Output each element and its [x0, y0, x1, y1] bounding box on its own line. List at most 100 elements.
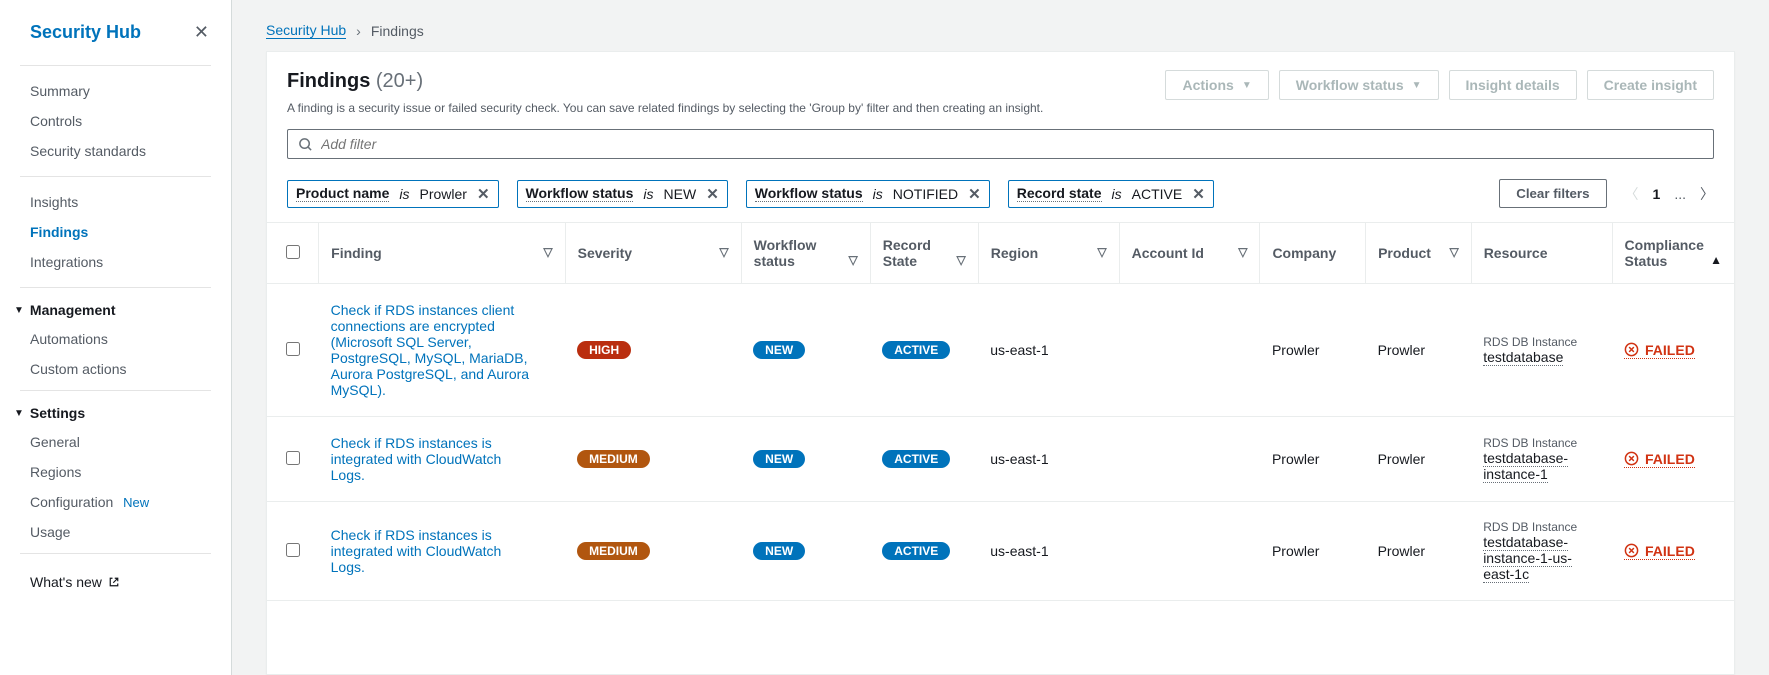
sidebar-item-integrations[interactable]: Integrations [0, 247, 231, 277]
filter-chip[interactable]: Workflow status is NOTIFIED ✕ [746, 180, 990, 208]
resource-id[interactable]: testdatabase-instance-1-us-east-1c [1483, 534, 1572, 583]
workflow-status-button[interactable]: Workflow status ▼ [1279, 70, 1439, 100]
findings-count: (20+) [376, 70, 423, 92]
remove-chip-icon[interactable]: ✕ [477, 185, 490, 203]
clear-filters-button[interactable]: Clear filters [1499, 179, 1606, 208]
finding-link[interactable]: Check if RDS instances client connection… [331, 302, 531, 398]
row-checkbox[interactable] [286, 451, 300, 465]
sort-asc-icon[interactable]: ▲ [1710, 253, 1722, 267]
actions-button[interactable]: Actions ▼ [1165, 70, 1268, 100]
product-cell: Prowler [1366, 284, 1472, 417]
remove-chip-icon[interactable]: ✕ [968, 185, 981, 203]
breadcrumb-root[interactable]: Security Hub [266, 22, 346, 39]
page-title: Findings [287, 70, 370, 92]
select-all-checkbox[interactable] [286, 246, 300, 262]
filter-chip[interactable]: Workflow status is NEW✕ [517, 180, 728, 208]
col-compliance[interactable]: Compliance Status [1625, 237, 1704, 269]
severity-badge: HIGH [577, 341, 631, 359]
sidebar-title[interactable]: Security Hub [30, 22, 141, 43]
sort-icon[interactable]: ▽ [719, 245, 728, 259]
sidebar-item-usage[interactable]: Usage [0, 517, 231, 547]
chip-op: is [873, 186, 883, 202]
breadcrumb: Security Hub › Findings [232, 0, 1769, 51]
sidebar-item-summary[interactable]: Summary [0, 76, 231, 106]
whats-new-label: What's new [30, 574, 102, 590]
sidebar-item-custom-actions[interactable]: Custom actions [0, 354, 231, 384]
sidebar-heading-management[interactable]: ▼ Management [0, 294, 231, 324]
close-icon[interactable]: ✕ [194, 22, 209, 43]
col-resource[interactable]: Resource [1484, 245, 1548, 261]
region-cell: us-east-1 [978, 502, 1119, 601]
workflow-badge: NEW [753, 450, 805, 468]
sidebar: Security Hub ✕ Summary Controls Security… [0, 0, 232, 675]
page-desc: A finding is a security issue or failed … [287, 101, 1043, 115]
sidebar-item-configuration[interactable]: Configuration New [0, 487, 231, 517]
sidebar-item-regions[interactable]: Regions [0, 457, 231, 487]
account-cell [1119, 284, 1260, 417]
compliance-status[interactable]: FAILED [1624, 543, 1695, 560]
create-insight-button[interactable]: Create insight [1587, 70, 1714, 100]
next-page-icon[interactable]: 〉 [1700, 184, 1714, 204]
chip-val: NOTIFIED [893, 186, 958, 202]
sidebar-heading-settings[interactable]: ▼ Settings [0, 397, 231, 427]
chip-key: Workflow status [526, 185, 634, 202]
chip-val: ACTIVE [1132, 186, 1183, 202]
workflow-label: Workflow status [1296, 77, 1404, 93]
main-content: Security Hub › Findings Findings (20+) A… [232, 0, 1769, 675]
region-cell: us-east-1 [978, 284, 1119, 417]
finding-link[interactable]: Check if RDS instances is integrated wit… [331, 435, 531, 483]
workflow-badge: NEW [753, 542, 805, 560]
chip-op: is [643, 186, 653, 202]
company-cell: Prowler [1260, 417, 1366, 502]
sidebar-item-findings[interactable]: Findings [0, 217, 231, 247]
sidebar-item-security-standards[interactable]: Security standards [0, 136, 231, 166]
external-link-icon [108, 576, 120, 588]
compliance-status[interactable]: FAILED [1624, 342, 1695, 359]
sidebar-item-insights[interactable]: Insights [0, 187, 231, 217]
table-row: Check if RDS instances is integrated wit… [267, 502, 1734, 601]
filter-input-wrap[interactable] [287, 129, 1714, 159]
resource-id[interactable]: testdatabase [1483, 349, 1563, 366]
fail-icon [1624, 451, 1639, 466]
filter-input[interactable] [321, 136, 1703, 152]
sidebar-item-whats-new[interactable]: What's new [0, 560, 231, 604]
sort-icon[interactable]: ▽ [1449, 245, 1458, 259]
sidebar-item-general[interactable]: General [0, 427, 231, 457]
col-finding[interactable]: Finding [331, 245, 382, 261]
company-cell: Prowler [1260, 502, 1366, 601]
sort-icon[interactable]: ▽ [849, 253, 858, 267]
sidebar-item-automations[interactable]: Automations [0, 324, 231, 354]
workflow-badge: NEW [753, 341, 805, 359]
resource-id[interactable]: testdatabase-instance-1 [1483, 450, 1568, 483]
caret-down-icon: ▼ [14, 305, 24, 316]
severity-badge: MEDIUM [577, 450, 650, 468]
col-record[interactable]: Record State [883, 237, 931, 269]
company-cell: Prowler [1260, 284, 1366, 417]
sort-icon[interactable]: ▽ [543, 245, 552, 259]
filter-chip[interactable]: Record state is ACTIVE✕ [1008, 180, 1214, 208]
row-checkbox[interactable] [286, 543, 300, 557]
sort-icon[interactable]: ▽ [1097, 245, 1106, 259]
new-badge: New [123, 495, 149, 510]
col-severity[interactable]: Severity [578, 245, 632, 261]
filter-chip[interactable]: Product name is Prowler✕ [287, 180, 499, 208]
remove-chip-icon[interactable]: ✕ [1192, 185, 1205, 203]
chevron-right-icon: › [356, 23, 361, 39]
finding-link[interactable]: Check if RDS instances is integrated wit… [331, 527, 531, 575]
chip-key: Workflow status [755, 185, 863, 202]
col-product[interactable]: Product [1378, 245, 1431, 261]
sort-icon[interactable]: ▽ [1238, 245, 1247, 259]
sort-icon[interactable]: ▽ [957, 253, 966, 267]
col-company[interactable]: Company [1272, 245, 1336, 261]
account-cell [1119, 417, 1260, 502]
compliance-status[interactable]: FAILED [1624, 451, 1695, 468]
prev-page-icon[interactable]: 〈 [1625, 184, 1639, 204]
insight-details-button[interactable]: Insight details [1449, 70, 1577, 100]
col-region[interactable]: Region [991, 245, 1038, 261]
col-account[interactable]: Account Id [1132, 245, 1204, 261]
row-checkbox[interactable] [286, 342, 300, 356]
remove-chip-icon[interactable]: ✕ [706, 185, 719, 203]
sidebar-item-controls[interactable]: Controls [0, 106, 231, 136]
pagination: 〈 1 ... 〉 [1625, 184, 1714, 204]
col-workflow[interactable]: Workflow status [754, 237, 817, 269]
